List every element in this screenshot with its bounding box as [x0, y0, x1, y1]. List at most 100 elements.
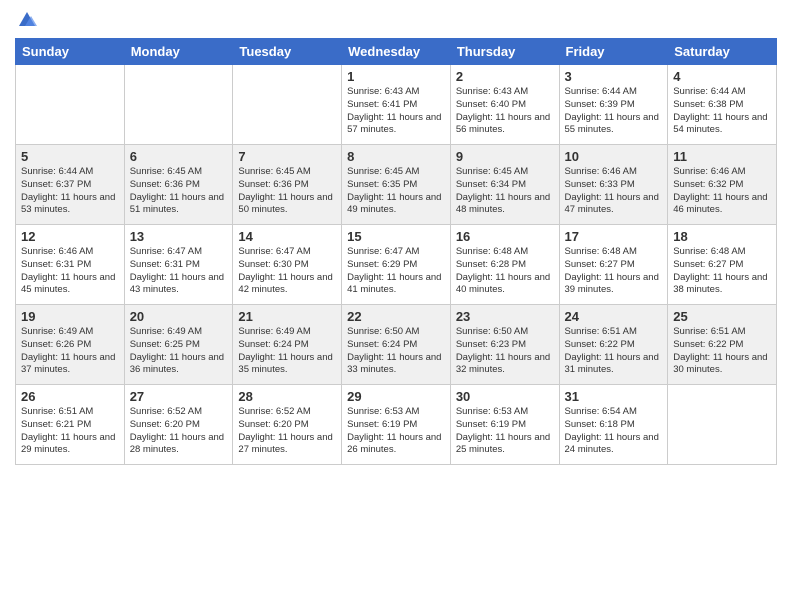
- day-number: 11: [673, 149, 771, 164]
- day-info: Sunrise: 6:52 AM Sunset: 6:20 PM Dayligh…: [130, 406, 228, 457]
- col-header-sunday: Sunday: [16, 39, 125, 65]
- day-number: 28: [238, 389, 336, 404]
- calendar-cell: 29Sunrise: 6:53 AM Sunset: 6:19 PM Dayli…: [342, 385, 451, 465]
- calendar-cell: [16, 65, 125, 145]
- day-info: Sunrise: 6:46 AM Sunset: 6:33 PM Dayligh…: [565, 166, 663, 217]
- day-info: Sunrise: 6:50 AM Sunset: 6:23 PM Dayligh…: [456, 326, 554, 377]
- day-number: 3: [565, 69, 663, 84]
- logo-icon: [17, 10, 37, 30]
- calendar-cell: 23Sunrise: 6:50 AM Sunset: 6:23 PM Dayli…: [450, 305, 559, 385]
- day-info: Sunrise: 6:48 AM Sunset: 6:27 PM Dayligh…: [673, 246, 771, 297]
- calendar-cell: 20 Sunrise: 6:49 AM Sunset: 6:25 PM Dayli…: [124, 305, 233, 385]
- day-info: Sunrise: 6:43 AM Sunset: 6:40 PM Dayligh…: [456, 86, 554, 137]
- calendar-cell: 30Sunrise: 6:53 AM Sunset: 6:19 PM Dayli…: [450, 385, 559, 465]
- day-number: 16: [456, 229, 554, 244]
- day-info: Sunrise: 6:49 AM Sunset: 6:26 PM Dayligh…: [21, 326, 119, 377]
- day-number: 25: [673, 309, 771, 324]
- calendar-table: SundayMondayTuesdayWednesdayThursdayFrid…: [15, 38, 777, 465]
- day-info: Sunrise: 6:45 AM Sunset: 6:35 PM Dayligh…: [347, 166, 445, 217]
- day-number: 8: [347, 149, 445, 164]
- day-info: Sunrise: 6:47 AM Sunset: 6:29 PM Dayligh…: [347, 246, 445, 297]
- calendar-cell: 15Sunrise: 6:47 AM Sunset: 6:29 PM Dayli…: [342, 225, 451, 305]
- calendar-cell: 11 Sunrise: 6:46 AM Sunset: 6:32 PM Dayli…: [668, 145, 777, 225]
- day-info: Sunrise: 6:48 AM Sunset: 6:28 PM Dayligh…: [456, 246, 554, 297]
- calendar-cell: 28 Sunrise: 6:52 AM Sunset: 6:20 PM Dayli…: [233, 385, 342, 465]
- day-number: 27: [130, 389, 228, 404]
- logo: [15, 10, 37, 30]
- calendar-cell: 6Sunrise: 6:45 AM Sunset: 6:36 PM Daylig…: [124, 145, 233, 225]
- calendar-cell: 24Sunrise: 6:51 AM Sunset: 6:22 PM Dayli…: [559, 305, 668, 385]
- calendar-cell: 8 Sunrise: 6:45 AM Sunset: 6:35 PM Daylig…: [342, 145, 451, 225]
- day-info: Sunrise: 6:52 AM Sunset: 6:20 PM Dayligh…: [238, 406, 336, 457]
- calendar-cell: 22Sunrise: 6:50 AM Sunset: 6:24 PM Dayli…: [342, 305, 451, 385]
- day-info: Sunrise: 6:47 AM Sunset: 6:31 PM Dayligh…: [130, 246, 228, 297]
- day-number: 17: [565, 229, 663, 244]
- calendar-cell: 21 Sunrise: 6:49 AM Sunset: 6:24 PM Dayli…: [233, 305, 342, 385]
- day-number: 20: [130, 309, 228, 324]
- day-number: 5: [21, 149, 119, 164]
- col-header-monday: Monday: [124, 39, 233, 65]
- calendar-cell: 18 Sunrise: 6:48 AM Sunset: 6:27 PM Dayli…: [668, 225, 777, 305]
- calendar-cell: 13 Sunrise: 6:47 AM Sunset: 6:31 PM Dayli…: [124, 225, 233, 305]
- day-number: 13: [130, 229, 228, 244]
- calendar-cell: 25 Sunrise: 6:51 AM Sunset: 6:22 PM Dayli…: [668, 305, 777, 385]
- day-info: Sunrise: 6:45 AM Sunset: 6:36 PM Dayligh…: [130, 166, 228, 217]
- day-number: 1: [347, 69, 445, 84]
- calendar-cell: 26 Sunrise: 6:51 AM Sunset: 6:21 PM Dayli…: [16, 385, 125, 465]
- week-row-4: 26 Sunrise: 6:51 AM Sunset: 6:21 PM Dayli…: [16, 385, 777, 465]
- day-info: Sunrise: 6:44 AM Sunset: 6:37 PM Dayligh…: [21, 166, 119, 217]
- day-info: Sunrise: 6:46 AM Sunset: 6:31 PM Dayligh…: [21, 246, 119, 297]
- day-info: Sunrise: 6:45 AM Sunset: 6:34 PM Dayligh…: [456, 166, 554, 217]
- day-number: 12: [21, 229, 119, 244]
- calendar-cell: 1 Sunrise: 6:43 AM Sunset: 6:41 PM Daylig…: [342, 65, 451, 145]
- week-row-3: 19 Sunrise: 6:49 AM Sunset: 6:26 PM Dayli…: [16, 305, 777, 385]
- day-info: Sunrise: 6:47 AM Sunset: 6:30 PM Dayligh…: [238, 246, 336, 297]
- day-info: Sunrise: 6:45 AM Sunset: 6:36 PM Dayligh…: [238, 166, 336, 217]
- calendar-cell: 5 Sunrise: 6:44 AM Sunset: 6:37 PM Daylig…: [16, 145, 125, 225]
- header: [15, 10, 777, 30]
- day-info: Sunrise: 6:49 AM Sunset: 6:24 PM Dayligh…: [238, 326, 336, 377]
- week-row-1: 5 Sunrise: 6:44 AM Sunset: 6:37 PM Daylig…: [16, 145, 777, 225]
- day-number: 31: [565, 389, 663, 404]
- day-info: Sunrise: 6:44 AM Sunset: 6:38 PM Dayligh…: [673, 86, 771, 137]
- calendar-cell: 7 Sunrise: 6:45 AM Sunset: 6:36 PM Daylig…: [233, 145, 342, 225]
- day-info: Sunrise: 6:54 AM Sunset: 6:18 PM Dayligh…: [565, 406, 663, 457]
- day-info: Sunrise: 6:51 AM Sunset: 6:22 PM Dayligh…: [673, 326, 771, 377]
- calendar-cell: 2 Sunrise: 6:43 AM Sunset: 6:40 PM Daylig…: [450, 65, 559, 145]
- col-header-thursday: Thursday: [450, 39, 559, 65]
- day-number: 29: [347, 389, 445, 404]
- day-number: 21: [238, 309, 336, 324]
- calendar-cell: [233, 65, 342, 145]
- day-number: 18: [673, 229, 771, 244]
- day-info: Sunrise: 6:44 AM Sunset: 6:39 PM Dayligh…: [565, 86, 663, 137]
- calendar-cell: 31 Sunrise: 6:54 AM Sunset: 6:18 PM Dayli…: [559, 385, 668, 465]
- day-number: 14: [238, 229, 336, 244]
- calendar-cell: 10Sunrise: 6:46 AM Sunset: 6:33 PM Dayli…: [559, 145, 668, 225]
- calendar-cell: 16 Sunrise: 6:48 AM Sunset: 6:28 PM Dayli…: [450, 225, 559, 305]
- calendar-cell: 12 Sunrise: 6:46 AM Sunset: 6:31 PM Dayli…: [16, 225, 125, 305]
- day-number: 19: [21, 309, 119, 324]
- day-number: 26: [21, 389, 119, 404]
- day-number: 2: [456, 69, 554, 84]
- week-row-2: 12 Sunrise: 6:46 AM Sunset: 6:31 PM Dayli…: [16, 225, 777, 305]
- day-info: Sunrise: 6:46 AM Sunset: 6:32 PM Dayligh…: [673, 166, 771, 217]
- calendar-cell: 3 Sunrise: 6:44 AM Sunset: 6:39 PM Daylig…: [559, 65, 668, 145]
- calendar-cell: [668, 385, 777, 465]
- header-row: SundayMondayTuesdayWednesdayThursdayFrid…: [16, 39, 777, 65]
- day-info: Sunrise: 6:53 AM Sunset: 6:19 PM Dayligh…: [456, 406, 554, 457]
- day-info: Sunrise: 6:51 AM Sunset: 6:21 PM Dayligh…: [21, 406, 119, 457]
- week-row-0: 1 Sunrise: 6:43 AM Sunset: 6:41 PM Daylig…: [16, 65, 777, 145]
- calendar-cell: 17 Sunrise: 6:48 AM Sunset: 6:27 PM Dayli…: [559, 225, 668, 305]
- col-header-saturday: Saturday: [668, 39, 777, 65]
- day-info: Sunrise: 6:50 AM Sunset: 6:24 PM Dayligh…: [347, 326, 445, 377]
- calendar-cell: [124, 65, 233, 145]
- day-number: 4: [673, 69, 771, 84]
- page: SundayMondayTuesdayWednesdayThursdayFrid…: [0, 0, 792, 612]
- day-info: Sunrise: 6:48 AM Sunset: 6:27 PM Dayligh…: [565, 246, 663, 297]
- day-number: 24: [565, 309, 663, 324]
- day-info: Sunrise: 6:43 AM Sunset: 6:41 PM Dayligh…: [347, 86, 445, 137]
- day-info: Sunrise: 6:49 AM Sunset: 6:25 PM Dayligh…: [130, 326, 228, 377]
- day-number: 9: [456, 149, 554, 164]
- calendar-cell: 19 Sunrise: 6:49 AM Sunset: 6:26 PM Dayli…: [16, 305, 125, 385]
- day-number: 7: [238, 149, 336, 164]
